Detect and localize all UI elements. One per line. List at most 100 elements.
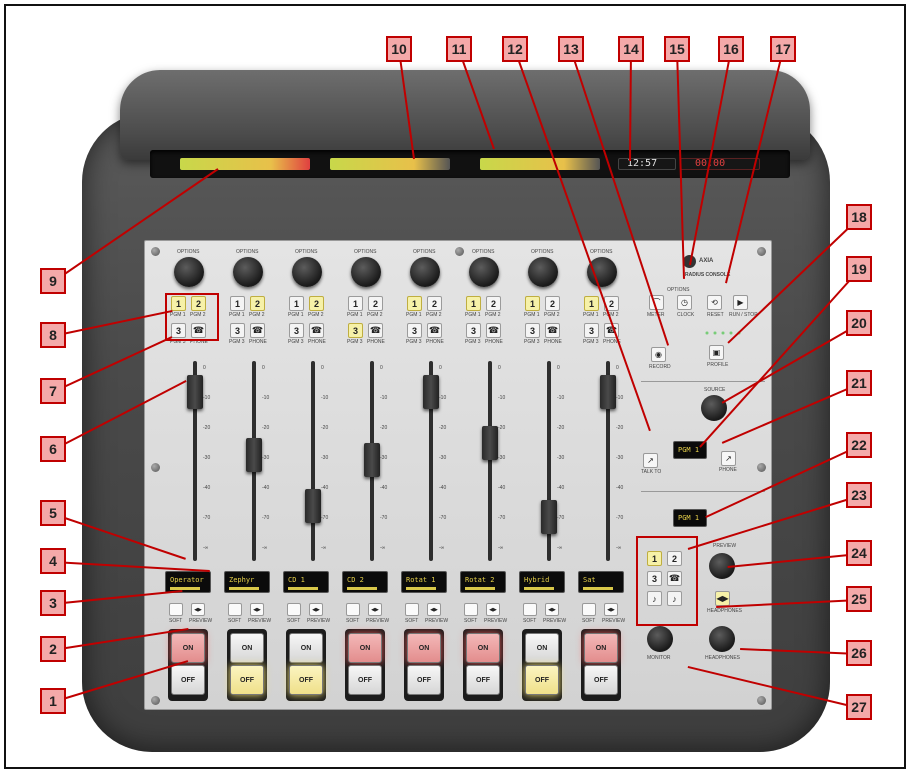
assign-phone-button[interactable]: ☎ [545, 323, 560, 338]
channel-options-knob[interactable] [174, 257, 204, 287]
channel-off-button[interactable]: OFF [407, 665, 441, 695]
talkback-button[interactable]: ↗ [643, 453, 658, 468]
soft-button[interactable] [405, 603, 419, 616]
preview-button[interactable]: ◀▶ [604, 603, 618, 616]
assign-pgm3-button[interactable]: 3 [466, 323, 481, 338]
assign-phone-button[interactable]: ☎ [309, 323, 324, 338]
preview-button[interactable]: ◀▶ [250, 603, 264, 616]
preview-button[interactable]: ◀▶ [427, 603, 441, 616]
assign-pgm3-button[interactable]: 3 [525, 323, 540, 338]
assign-pgm2-button[interactable]: 2 [250, 296, 265, 311]
channel-off-button[interactable]: OFF [348, 665, 382, 695]
channel-on-button[interactable]: ON [525, 633, 559, 663]
preview-button[interactable]: ◀▶ [309, 603, 323, 616]
assign-pgm3-button[interactable]: 3 [230, 323, 245, 338]
channel-on-button[interactable]: ON [466, 633, 500, 663]
assign-pgm3-button[interactable]: 3 [407, 323, 422, 338]
phone-talk-button[interactable]: ↗ [721, 451, 736, 466]
assign-pgm2-button[interactable]: 2 [545, 296, 560, 311]
soft-button[interactable] [169, 603, 183, 616]
fader-cap[interactable] [187, 374, 203, 409]
channel-on-button[interactable]: ON [407, 633, 441, 663]
channel-source-name: Operator [170, 576, 204, 584]
channel-off-button[interactable]: OFF [466, 665, 500, 695]
channel-off-button[interactable]: OFF [230, 665, 264, 695]
channel-options-knob[interactable] [233, 257, 263, 287]
control-surface: OPTIONS 1 PGM 1 2 PGM 2 3 PGM 3 ☎ PHONE 0 -10 -20 -3… [144, 240, 772, 710]
soft-button[interactable] [464, 603, 478, 616]
soft-button[interactable] [346, 603, 360, 616]
channel-options-knob[interactable] [351, 257, 381, 287]
fader-cap[interactable] [423, 374, 439, 409]
channel-options-knob[interactable] [469, 257, 499, 287]
fader-scale-label: -10 [262, 395, 270, 401]
assign-phone-button[interactable]: ☎ [427, 323, 442, 338]
assign-phone-button[interactable]: ☎ [368, 323, 383, 338]
monitor-knob[interactable] [647, 626, 673, 652]
fader-scale-label: -20 [498, 425, 506, 431]
assign-pgm3-button[interactable]: 3 [348, 323, 363, 338]
assign-pgm1-button[interactable]: 1 [407, 296, 422, 311]
assign-pgm2-button[interactable]: 2 [486, 296, 501, 311]
assign-pgm1-button[interactable]: 1 [348, 296, 363, 311]
timer-run-button[interactable]: ▶ [733, 295, 748, 310]
soft-button[interactable] [582, 603, 596, 616]
assign-pgm2-button[interactable]: 2 [368, 296, 383, 311]
channel-display: CD 2 [342, 571, 388, 593]
assign-pgm1-button[interactable]: 1 [230, 296, 245, 311]
channel-options-knob[interactable] [528, 257, 558, 287]
assign-pgm1-button[interactable]: 1 [584, 296, 599, 311]
assign-pgm3-button[interactable]: 3 [584, 323, 599, 338]
assign-pgm3-button[interactable]: 3 [289, 323, 304, 338]
callout-number-5: 5 [40, 500, 66, 526]
channel-off-button[interactable]: OFF [584, 665, 618, 695]
channel-on-button[interactable]: ON [584, 633, 618, 663]
channel-on-button[interactable]: ON [289, 633, 323, 663]
preview-button[interactable]: ◀▶ [486, 603, 500, 616]
fader-cap[interactable] [305, 488, 321, 523]
channel-off-button[interactable]: OFF [289, 665, 323, 695]
soft-button[interactable] [228, 603, 242, 616]
channel-options-knob[interactable] [292, 257, 322, 287]
fader-cap[interactable] [246, 437, 262, 472]
fader-cap[interactable] [541, 500, 557, 535]
preview-button[interactable]: ◀▶ [368, 603, 382, 616]
channel-options-knob[interactable] [587, 257, 617, 287]
fader-scale-label: -40 [380, 485, 388, 491]
fader-cap[interactable] [482, 425, 498, 460]
fader-scale-label: -20 [262, 425, 270, 431]
fader-cap[interactable] [600, 374, 616, 409]
fader-scale-label: -70 [203, 515, 211, 521]
preview-button[interactable]: ◀▶ [191, 603, 205, 616]
fader-scale-label: -30 [498, 455, 506, 461]
channel-off-button[interactable]: OFF [171, 665, 205, 695]
assign-pgm1-button[interactable]: 1 [525, 296, 540, 311]
assign-phone-button[interactable]: ☎ [250, 323, 265, 338]
clock-button[interactable]: ◷ [677, 295, 692, 310]
source-knob[interactable] [701, 395, 727, 421]
preview-label: PREVIEW [189, 618, 213, 624]
cue-button[interactable]: ◀▶ [715, 591, 730, 606]
soft-label: SOFT [287, 618, 301, 624]
assign-pgm2-button[interactable]: 2 [427, 296, 442, 311]
fader-cap[interactable] [364, 442, 380, 477]
soft-button[interactable] [287, 603, 301, 616]
headphones-knob[interactable] [709, 626, 735, 652]
assign-phone-button[interactable]: ☎ [486, 323, 501, 338]
channel-on-button[interactable]: ON [348, 633, 382, 663]
profile-button[interactable]: ▣ [709, 345, 724, 360]
assign-pgm1-button[interactable]: 1 [466, 296, 481, 311]
channel-off-button[interactable]: OFF [525, 665, 559, 695]
channel-options-knob[interactable] [410, 257, 440, 287]
callout-number-6: 6 [40, 436, 66, 462]
assign-pgm2-button[interactable]: 2 [309, 296, 324, 311]
soft-button[interactable] [523, 603, 537, 616]
record-button[interactable]: ◉ [651, 347, 666, 362]
assign-pgm2-label: PGM 2 [249, 312, 265, 318]
meter-pgm2 [330, 158, 450, 170]
channel-on-button[interactable]: ON [230, 633, 264, 663]
assign-pgm1-button[interactable]: 1 [289, 296, 304, 311]
timer-reset-button[interactable]: ⟲ [707, 295, 722, 310]
channel-on-button[interactable]: ON [171, 633, 205, 663]
preview-button[interactable]: ◀▶ [545, 603, 559, 616]
